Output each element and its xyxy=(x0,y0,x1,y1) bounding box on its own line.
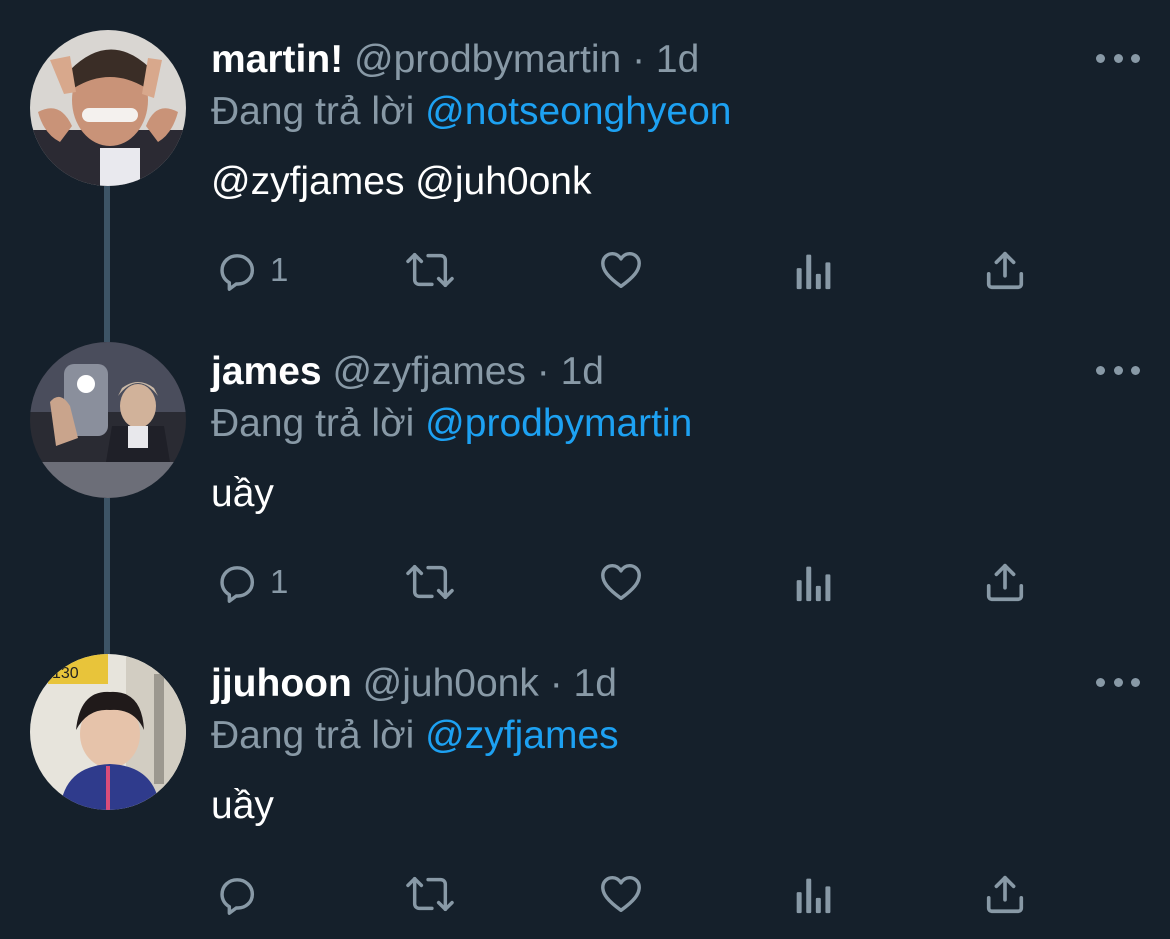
tweet-text[interactable]: @zyfjames @juh0onk xyxy=(211,156,1130,208)
tweet[interactable]: james @zyfjames · 1d Đang trả lời @prodb… xyxy=(0,312,1170,624)
replying-to: Đang trả lời @notseonghyeon xyxy=(211,86,1130,138)
like-button[interactable] xyxy=(597,864,645,924)
retweet-button[interactable] xyxy=(403,864,457,924)
retweet-icon xyxy=(406,564,454,600)
avatar[interactable] xyxy=(30,30,186,186)
tweet[interactable]: martin! @prodbymartin · 1d Đang trả lời … xyxy=(0,0,1170,312)
retweet-button[interactable] xyxy=(403,240,457,300)
reply-icon xyxy=(220,878,255,915)
user-handle[interactable]: @prodbymartin xyxy=(354,38,621,81)
tweet-header: martin! @prodbymartin · 1d xyxy=(211,34,1130,86)
reply-button[interactable]: 1 xyxy=(214,552,288,612)
share-icon xyxy=(986,251,1024,290)
retweet-button[interactable] xyxy=(403,552,457,612)
more-icon[interactable] xyxy=(1096,48,1140,68)
analytics-icon xyxy=(796,878,831,914)
more-icon[interactable] xyxy=(1096,360,1140,380)
share-button[interactable] xyxy=(982,240,1028,300)
tweet[interactable]: 130 jjuhoon @juh0onk · 1d Đang trả lời @… xyxy=(0,624,1170,936)
share-button[interactable] xyxy=(982,864,1028,924)
user-handle[interactable]: @zyfjames xyxy=(332,350,525,393)
separator-dot: · xyxy=(632,38,646,81)
more-icon[interactable] xyxy=(1096,672,1140,692)
replying-to: Đang trả lời @prodbymartin xyxy=(211,398,1130,450)
replying-to-label: Đang trả lời xyxy=(211,90,415,133)
display-name[interactable]: james xyxy=(211,350,322,393)
tweet-actions: 1 xyxy=(0,240,1170,300)
tweet-actions xyxy=(0,864,1170,924)
tweet-text: uầy xyxy=(211,472,274,515)
like-icon xyxy=(601,563,641,601)
reply-count: 1 xyxy=(270,563,289,600)
reply-button[interactable] xyxy=(214,864,270,924)
tweet-content: james @zyfjames · 1d Đang trả lời @prodb… xyxy=(211,346,1130,520)
separator-dot: · xyxy=(536,350,550,393)
tweet-text: uầy xyxy=(211,784,274,827)
analytics-button[interactable] xyxy=(791,864,833,924)
analytics-button[interactable] xyxy=(791,552,833,612)
tweet-header: james @zyfjames · 1d xyxy=(211,346,1130,398)
tweet-actions: 1 xyxy=(0,552,1170,612)
tweet-header: jjuhoon @juh0onk · 1d xyxy=(211,658,1130,710)
analytics-icon xyxy=(796,254,831,290)
separator-dot: · xyxy=(549,662,563,705)
share-icon xyxy=(986,875,1024,914)
like-button[interactable] xyxy=(597,552,645,612)
avatar[interactable] xyxy=(30,342,186,498)
replying-to-mention[interactable]: @zyfjames xyxy=(425,714,618,757)
replying-to-mention[interactable]: @prodbymartin xyxy=(425,402,692,445)
analytics-button[interactable] xyxy=(791,240,833,300)
display-name[interactable]: jjuhoon xyxy=(211,662,352,705)
tweet-time[interactable]: 1d xyxy=(561,350,604,393)
retweet-icon xyxy=(406,876,454,912)
replying-to-label: Đang trả lời xyxy=(211,402,415,445)
avatar-badge: 130 xyxy=(52,665,79,682)
tweet-content: martin! @prodbymartin · 1d Đang trả lời … xyxy=(211,34,1130,208)
reply-icon xyxy=(220,254,255,291)
user-handle[interactable]: @juh0onk xyxy=(363,662,539,705)
like-button[interactable] xyxy=(597,240,645,300)
tweet-time[interactable]: 1d xyxy=(656,38,699,81)
share-icon xyxy=(986,563,1024,602)
replying-to-mention[interactable]: @notseonghyeon xyxy=(425,90,731,133)
tweet-time[interactable]: 1d xyxy=(574,662,617,705)
avatar[interactable]: 130 xyxy=(30,654,186,810)
reply-count: 1 xyxy=(270,251,289,288)
reply-button[interactable]: 1 xyxy=(214,240,288,300)
retweet-icon xyxy=(406,252,454,288)
tweet-content: jjuhoon @juh0onk · 1d Đang trả lời @zyfj… xyxy=(211,658,1130,832)
like-icon xyxy=(601,875,641,913)
display-name[interactable]: martin! xyxy=(211,38,343,81)
like-icon xyxy=(601,251,641,289)
replying-to: Đang trả lời @zyfjames xyxy=(211,710,1130,762)
replying-to-label: Đang trả lời xyxy=(211,714,415,757)
reply-icon xyxy=(220,566,255,603)
analytics-icon xyxy=(796,566,831,602)
share-button[interactable] xyxy=(982,552,1028,612)
